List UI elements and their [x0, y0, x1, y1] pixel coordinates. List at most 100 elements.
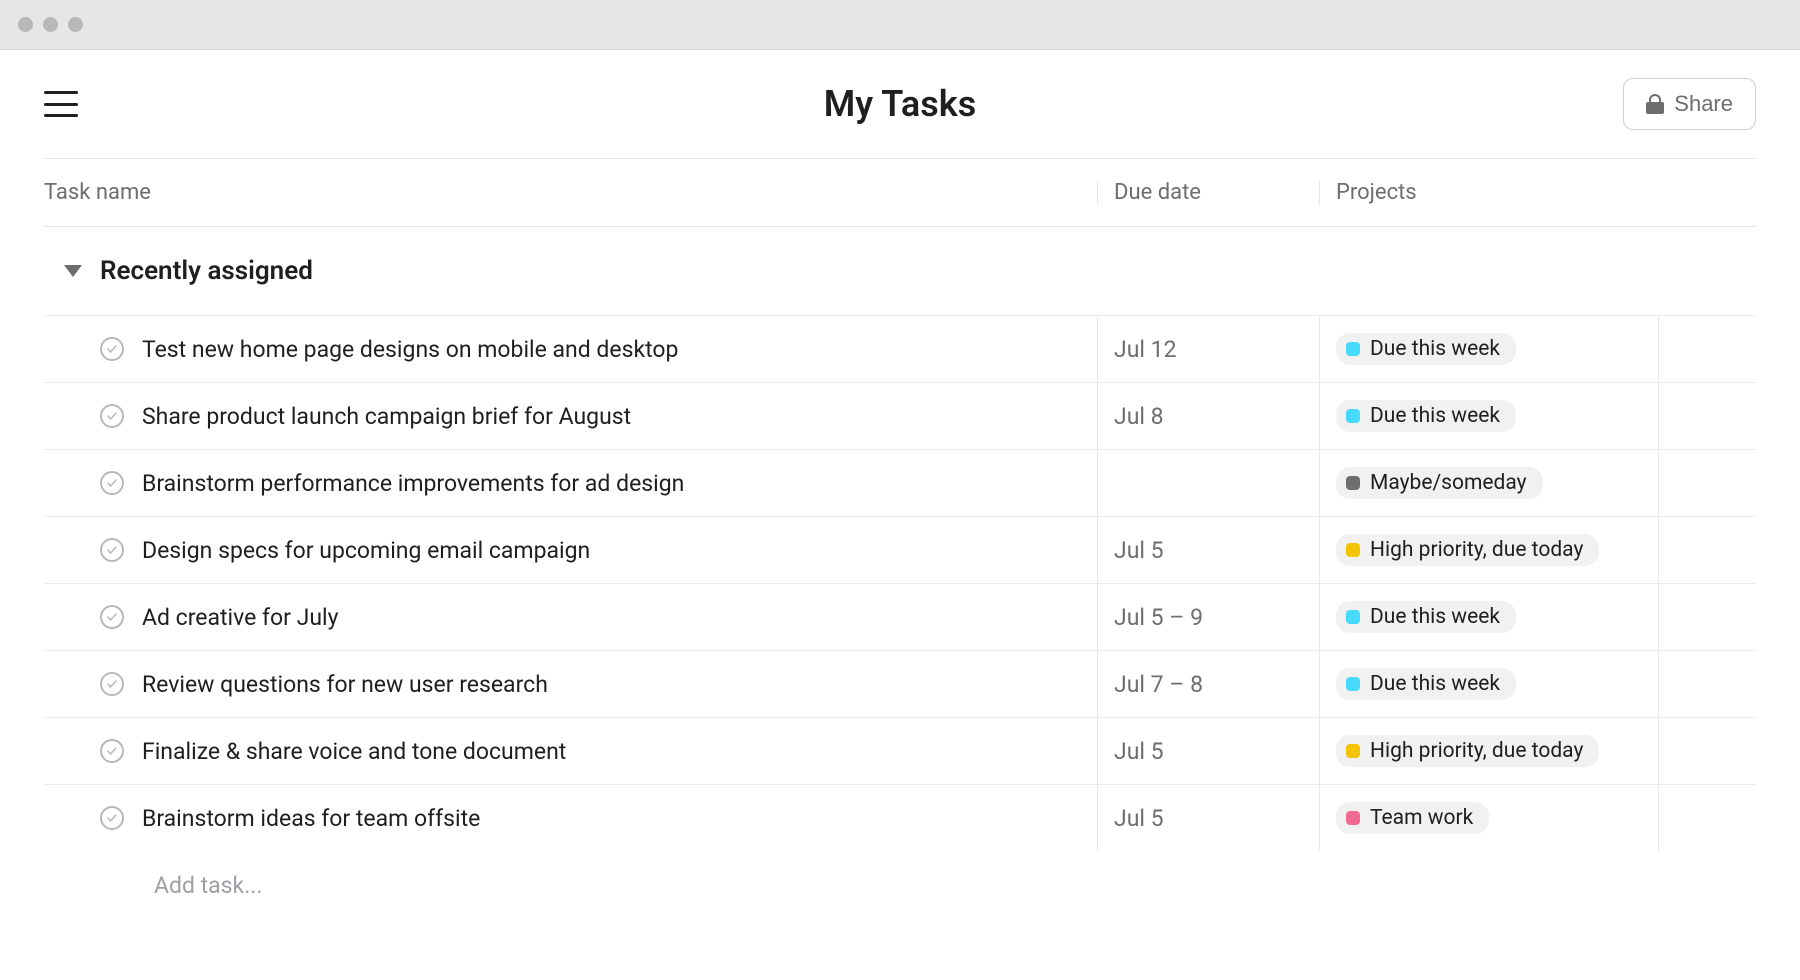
table-header-row: Task name Due date Projects — [44, 159, 1756, 227]
task-row[interactable]: Share product launch campaign brief for … — [44, 382, 1756, 449]
complete-check-icon[interactable] — [100, 672, 124, 696]
project-pill[interactable]: Due this week — [1336, 400, 1516, 432]
task-cell[interactable]: Review questions for new user research — [44, 651, 1097, 717]
due-date: Jul 5 – 9 — [1114, 604, 1203, 631]
complete-check-icon[interactable] — [100, 471, 124, 495]
task-name: Finalize & share voice and tone document — [142, 738, 566, 765]
project-pill[interactable]: Maybe/someday — [1336, 467, 1543, 499]
extra-cell — [1658, 785, 1756, 851]
task-cell[interactable]: Brainstorm performance improvements for … — [44, 450, 1097, 516]
section-title: Recently assigned — [100, 256, 313, 286]
project-pill[interactable]: Due this week — [1336, 601, 1516, 633]
task-row[interactable]: Brainstorm ideas for team offsite Jul 5 Te… — [44, 784, 1756, 851]
task-cell[interactable]: Ad creative for July — [44, 584, 1097, 650]
project-color-dot — [1346, 543, 1360, 557]
project-pill[interactable]: Due this week — [1336, 668, 1516, 700]
task-cell[interactable]: Share product launch campaign brief for … — [44, 383, 1097, 449]
hamburger-menu-icon[interactable] — [44, 91, 78, 117]
extra-cell — [1658, 316, 1756, 382]
project-cell[interactable]: Maybe/someday — [1319, 450, 1658, 516]
task-cell[interactable]: Test new home page designs on mobile and… — [44, 316, 1097, 382]
window-dot-zoom[interactable] — [68, 17, 83, 32]
project-cell[interactable]: Team work — [1319, 785, 1658, 851]
extra-cell — [1658, 517, 1756, 583]
extra-cell — [1658, 651, 1756, 717]
task-name: Design specs for upcoming email campaign — [142, 537, 590, 564]
extra-cell — [1658, 718, 1756, 784]
task-row[interactable]: Ad creative for July Jul 5 – 9 Due this we… — [44, 583, 1756, 650]
project-cell[interactable]: Due this week — [1319, 584, 1658, 650]
due-date-cell[interactable]: Jul 5 — [1097, 785, 1319, 851]
caret-down-icon — [64, 265, 82, 277]
due-date-cell[interactable] — [1097, 450, 1319, 516]
task-name: Brainstorm ideas for team offsite — [142, 805, 480, 832]
project-label: High priority, due today — [1370, 739, 1583, 763]
project-pill[interactable]: Team work — [1336, 802, 1489, 834]
extra-cell — [1658, 383, 1756, 449]
section-header[interactable]: Recently assigned — [44, 227, 1756, 315]
project-cell[interactable]: High priority, due today — [1319, 517, 1658, 583]
task-cell[interactable]: Finalize & share voice and tone document — [44, 718, 1097, 784]
column-header-due[interactable]: Due date — [1097, 180, 1319, 205]
add-task-placeholder: Add task... — [154, 872, 262, 899]
due-date: Jul 5 — [1114, 738, 1164, 765]
task-row[interactable]: Test new home page designs on mobile and… — [44, 315, 1756, 382]
due-date-cell[interactable]: Jul 12 — [1097, 316, 1319, 382]
task-table: Task name Due date Projects Recently ass… — [44, 158, 1756, 918]
complete-check-icon[interactable] — [100, 806, 124, 830]
project-color-dot — [1346, 677, 1360, 691]
project-label: Due this week — [1370, 404, 1500, 428]
due-date-cell[interactable]: Jul 5 — [1097, 517, 1319, 583]
due-date-cell[interactable]: Jul 5 – 9 — [1097, 584, 1319, 650]
extra-cell — [1658, 584, 1756, 650]
project-color-dot — [1346, 610, 1360, 624]
complete-check-icon[interactable] — [100, 538, 124, 562]
due-date: Jul 5 — [1114, 537, 1164, 564]
page-title: My Tasks — [824, 83, 976, 125]
add-task-input[interactable]: Add task... — [44, 851, 1756, 918]
project-color-dot — [1346, 342, 1360, 356]
share-button[interactable]: Share — [1623, 78, 1756, 130]
project-color-dot — [1346, 811, 1360, 825]
header: My Tasks Share — [0, 50, 1800, 158]
task-row[interactable]: Finalize & share voice and tone document… — [44, 717, 1756, 784]
lock-icon — [1646, 94, 1664, 114]
project-cell[interactable]: Due this week — [1319, 316, 1658, 382]
due-date-cell[interactable]: Jul 8 — [1097, 383, 1319, 449]
complete-check-icon[interactable] — [100, 404, 124, 428]
task-name: Review questions for new user research — [142, 671, 548, 698]
window-dot-minimize[interactable] — [43, 17, 58, 32]
complete-check-icon[interactable] — [100, 605, 124, 629]
task-row[interactable]: Design specs for upcoming email campaign… — [44, 516, 1756, 583]
column-header-task[interactable]: Task name — [44, 180, 1097, 205]
due-date: Jul 8 — [1114, 403, 1164, 430]
task-row[interactable]: Review questions for new user research Ju… — [44, 650, 1756, 717]
task-name: Test new home page designs on mobile and… — [142, 336, 678, 363]
due-date: Jul 12 — [1114, 336, 1177, 363]
column-header-projects[interactable]: Projects — [1319, 180, 1658, 205]
project-color-dot — [1346, 409, 1360, 423]
window-titlebar — [0, 0, 1800, 50]
extra-cell — [1658, 450, 1756, 516]
project-label: High priority, due today — [1370, 538, 1583, 562]
project-color-dot — [1346, 744, 1360, 758]
project-label: Due this week — [1370, 672, 1500, 696]
task-cell[interactable]: Design specs for upcoming email campaign — [44, 517, 1097, 583]
project-pill[interactable]: High priority, due today — [1336, 534, 1599, 566]
task-cell[interactable]: Brainstorm ideas for team offsite — [44, 785, 1097, 851]
project-pill[interactable]: Due this week — [1336, 333, 1516, 365]
project-pill[interactable]: High priority, due today — [1336, 735, 1599, 767]
project-cell[interactable]: High priority, due today — [1319, 718, 1658, 784]
task-name: Share product launch campaign brief for … — [142, 403, 631, 430]
window-dot-close[interactable] — [18, 17, 33, 32]
due-date-cell[interactable]: Jul 7 – 8 — [1097, 651, 1319, 717]
due-date-cell[interactable]: Jul 5 — [1097, 718, 1319, 784]
complete-check-icon[interactable] — [100, 739, 124, 763]
task-row[interactable]: Brainstorm performance improvements for … — [44, 449, 1756, 516]
project-cell[interactable]: Due this week — [1319, 651, 1658, 717]
project-label: Team work — [1370, 806, 1473, 830]
project-color-dot — [1346, 476, 1360, 490]
project-cell[interactable]: Due this week — [1319, 383, 1658, 449]
due-date: Jul 7 – 8 — [1114, 671, 1203, 698]
complete-check-icon[interactable] — [100, 337, 124, 361]
